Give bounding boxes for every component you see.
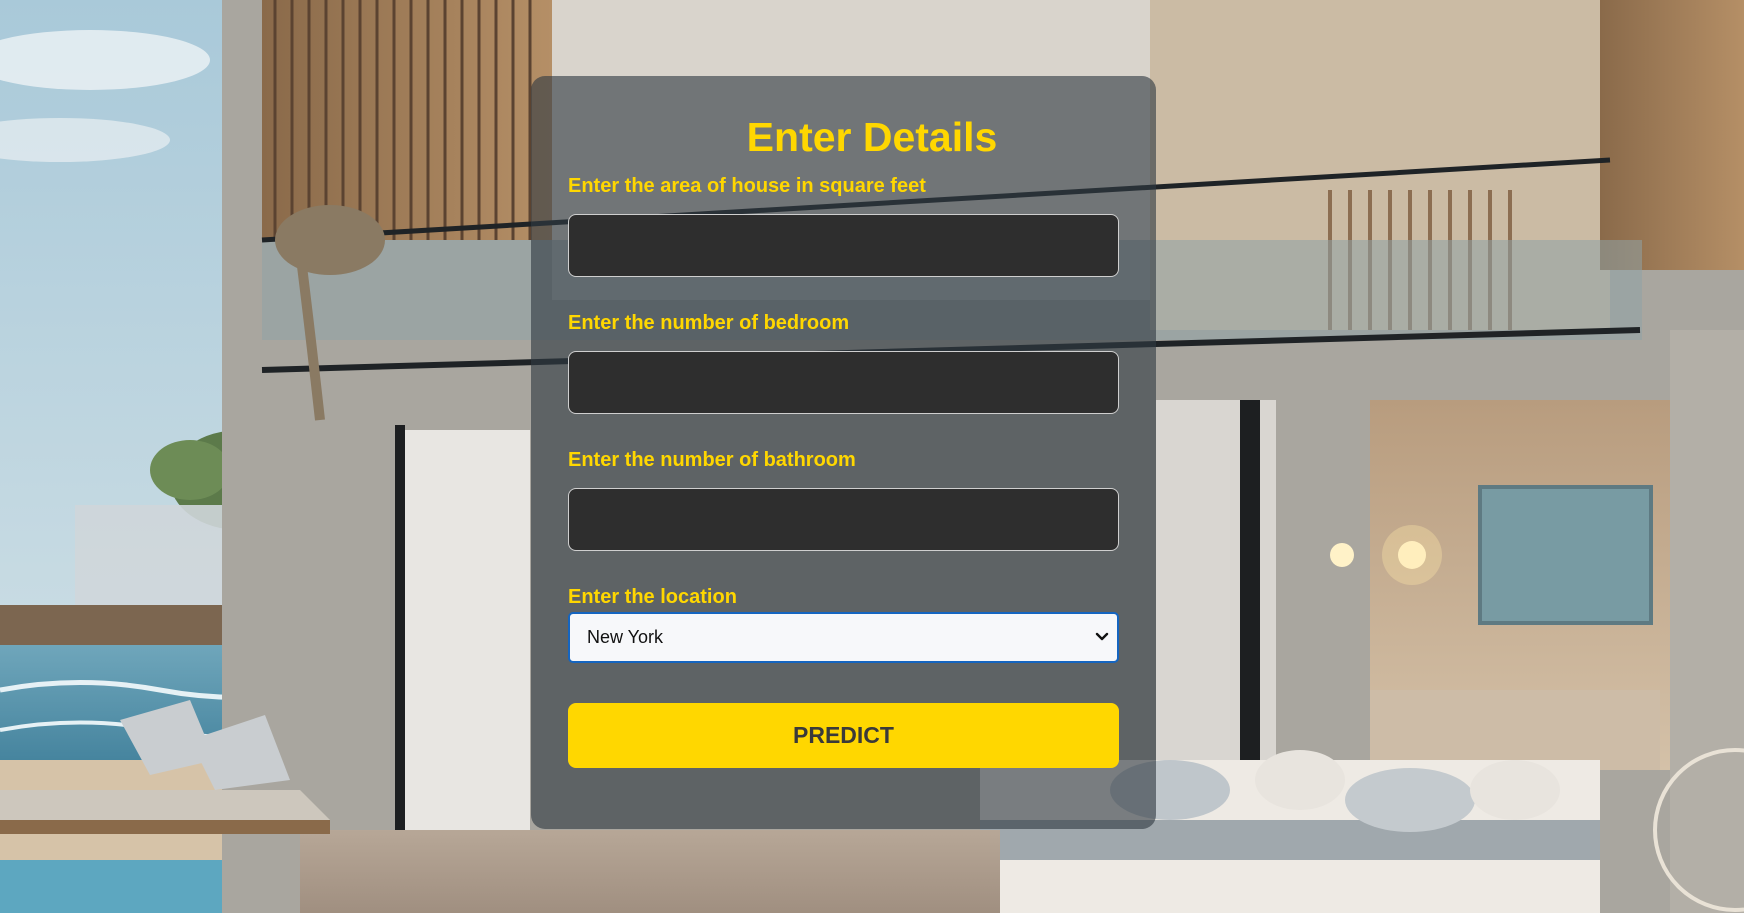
area-label: Enter the area of house in square feet [568, 175, 926, 197]
bathroom-input[interactable] [568, 488, 1119, 551]
location-select[interactable]: New York [568, 612, 1119, 663]
bedroom-input[interactable] [568, 351, 1119, 414]
bathroom-label: Enter the number of bathroom [568, 449, 856, 471]
location-selected-value: New York [587, 627, 664, 647]
form-title: Enter Details [746, 114, 998, 160]
bedroom-label: Enter the number of bedroom [568, 312, 850, 334]
predict-button[interactable]: PREDICT [568, 703, 1119, 768]
location-label: Enter the location [568, 586, 737, 608]
area-input[interactable] [568, 214, 1119, 277]
chevron-down-icon [1095, 632, 1109, 641]
